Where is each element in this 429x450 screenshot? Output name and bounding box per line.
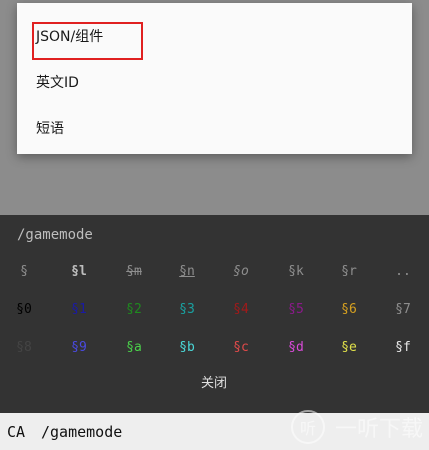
watermark-logo-icon: 听 [290, 410, 325, 444]
input-prefix[interactable]: CA [7, 423, 25, 441]
format-code-button[interactable]: §l [59, 253, 99, 291]
format-code-button[interactable]: §a [114, 329, 154, 367]
menu-item-english-id[interactable]: 英文ID [17, 59, 412, 105]
code-row: §0 §1 §2 §3 §4 §5 §6 §7 [0, 291, 429, 329]
format-code-button[interactable]: §0 [4, 291, 44, 329]
menu-item-label: 短语 [36, 121, 64, 137]
format-code-button[interactable]: §7 [383, 291, 423, 329]
format-code-button[interactable]: §8 [4, 329, 44, 367]
format-code-button[interactable]: §f [383, 329, 423, 367]
highlight-box [32, 22, 143, 60]
command-input[interactable]: /gamemode [41, 423, 122, 441]
format-code-button[interactable]: §2 [114, 291, 154, 329]
format-code-button[interactable]: §r [329, 253, 369, 291]
format-code-button[interactable]: §d [276, 329, 316, 367]
format-code-button[interactable]: §c [221, 329, 261, 367]
code-row: §8 §9 §a §b §c §d §e §f [0, 329, 429, 367]
format-code-button[interactable]: §4 [221, 291, 261, 329]
watermark: 听 一听下载 [290, 410, 423, 444]
menu-item-phrase[interactable]: 短语 [17, 105, 412, 151]
format-code-button[interactable]: §o [221, 253, 261, 291]
close-button[interactable]: 关闭 [174, 370, 254, 398]
format-code-button[interactable]: §1 [59, 291, 99, 329]
format-code-button[interactable]: §b [167, 329, 207, 367]
code-row: § §l §m §n §o §k §r.. [0, 253, 429, 291]
panel-command: /gamemode [17, 227, 93, 243]
popup-menu: JSON/组件 英文ID 短语 [17, 3, 412, 154]
menu-item-json[interactable]: JSON/组件 [17, 13, 412, 60]
format-code-button[interactable]: §5 [276, 291, 316, 329]
format-code-button[interactable]: .. [383, 253, 423, 291]
format-code-button[interactable]: §9 [59, 329, 99, 367]
format-code-panel: /gamemode § §l §m §n §o §k §r.. §0 §1 §2 §3 §4 §5 §6 §… [0, 215, 429, 413]
format-code-button[interactable]: §3 [167, 291, 207, 329]
format-code-button[interactable]: § [4, 253, 44, 291]
watermark-text: 一听下载 [334, 417, 423, 442]
format-code-button[interactable]: §m [114, 253, 154, 291]
format-code-button[interactable]: §n [167, 253, 207, 291]
format-code-button[interactable]: §e [329, 329, 369, 367]
menu-item-label: 英文ID [36, 75, 79, 91]
format-code-button[interactable]: §k [276, 253, 316, 291]
format-code-button[interactable]: §6 [329, 291, 369, 329]
